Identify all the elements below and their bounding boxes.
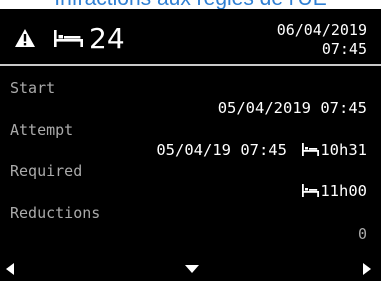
arrow-left-icon[interactable]	[6, 263, 14, 275]
start-value: 05/04/2019 07:45	[217, 99, 367, 117]
required-duration: 11h00	[320, 182, 367, 200]
required-label: Required	[10, 162, 83, 180]
header-time: 07:45	[321, 40, 367, 58]
title-banner: Infractions aux règles de l'UE	[0, 0, 381, 9]
attempt-duration: 10h31	[320, 141, 367, 159]
required-line: 11h00	[302, 182, 367, 201]
reductions-value: 0	[357, 225, 367, 243]
header-date: 06/04/2019	[276, 21, 367, 39]
warning-icon	[15, 29, 35, 47]
bed-rest-icon	[302, 184, 320, 197]
arrow-right-icon[interactable]	[363, 263, 371, 275]
arrow-down-icon[interactable]	[185, 265, 199, 273]
tachograph-screen: 24 06/04/2019 07:45 Start 05/04/2019 07:…	[0, 9, 381, 281]
attempt-label: Attempt	[10, 121, 74, 139]
attempt-line: 05/04/19 07:45 10h31	[156, 141, 367, 160]
start-label: Start	[10, 79, 56, 97]
attempt-value: 05/04/19 07:45	[156, 141, 287, 159]
header-count: 24	[89, 22, 125, 55]
rest-icon	[54, 30, 83, 47]
banner-text: Infractions aux règles de l'UE	[54, 0, 326, 9]
header-divider	[0, 64, 381, 66]
bed-rest-icon	[302, 143, 320, 156]
reductions-label: Reductions	[10, 204, 101, 222]
